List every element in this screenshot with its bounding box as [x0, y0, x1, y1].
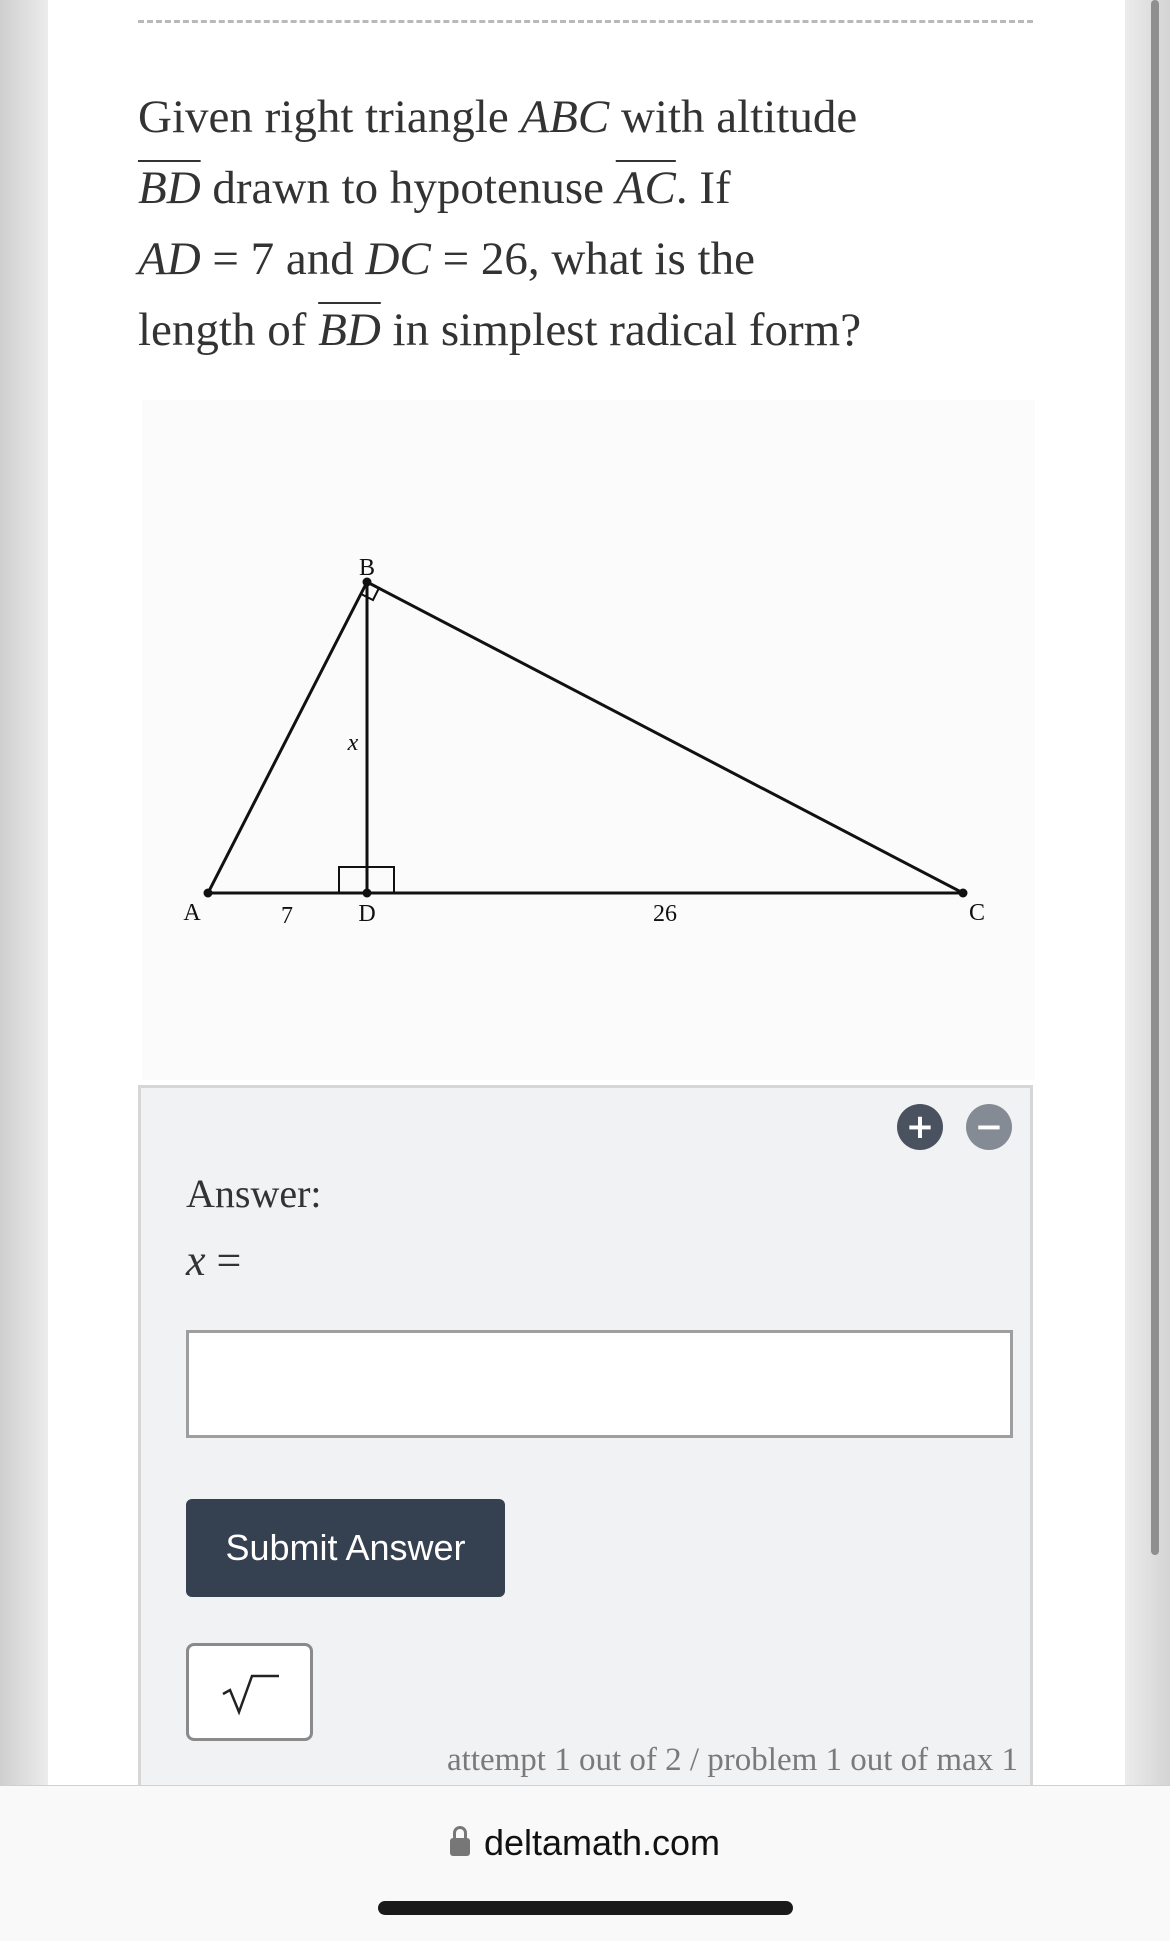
- answer-variable-name: x: [186, 1236, 206, 1285]
- question-text-part: length of: [138, 304, 319, 356]
- divider: [138, 20, 1033, 23]
- answer-variable: x =: [186, 1235, 241, 1286]
- math-segment-bd: BD: [138, 162, 201, 214]
- triangle-figure: B A D C x 7 26: [183, 555, 985, 929]
- lock-icon: [449, 1826, 470, 1857]
- plus-button[interactable]: +: [897, 1104, 943, 1150]
- label-dc-length: 26: [653, 901, 677, 927]
- label-x: x: [347, 730, 359, 756]
- question-text-part: drawn to hypotenuse: [200, 162, 616, 214]
- math-ad: AD: [138, 233, 201, 285]
- answer-label: Answer:: [186, 1171, 322, 1216]
- question-text-part: = 7 and: [200, 233, 366, 285]
- submit-answer-button[interactable]: Submit Answer: [186, 1499, 505, 1597]
- answer-equals-sign: =: [205, 1236, 242, 1285]
- math-segment-bd: BD: [318, 304, 381, 356]
- side-bc: [366, 580, 964, 895]
- minus-button[interactable]: −: [966, 1104, 1012, 1150]
- label-ad-length: 7: [281, 903, 293, 929]
- question-text-part: = 26, what is the: [430, 233, 755, 285]
- question-text-part: with altitude: [609, 91, 858, 143]
- question-text-part: in simplest radical form?: [380, 304, 862, 356]
- side-ab: [206, 581, 369, 894]
- math-triangle-abc: ABC: [520, 91, 610, 143]
- label-d: D: [358, 901, 375, 927]
- point-a: [203, 888, 213, 898]
- answer-input[interactable]: [186, 1330, 1013, 1438]
- label-a: A: [183, 900, 201, 926]
- url-display[interactable]: deltamath.com: [0, 1822, 1170, 1864]
- scrollbar[interactable]: [1151, 0, 1159, 1555]
- label-c: C: [969, 900, 985, 926]
- square-root-icon: [222, 1674, 279, 1716]
- math-segment-ac: AC: [615, 162, 676, 214]
- math-dc: DC: [365, 233, 431, 285]
- label-b: B: [359, 555, 375, 581]
- square-root-button[interactable]: [186, 1643, 313, 1741]
- page-background-right: [1125, 0, 1170, 1785]
- home-indicator[interactable]: [378, 1901, 793, 1915]
- page-background-left: [0, 0, 48, 1785]
- attempt-counter: attempt 1 out of 2 / problem 1 out of ma…: [447, 1742, 1018, 1778]
- question-text-part: . If: [675, 162, 731, 214]
- point-c: [958, 888, 968, 898]
- point-d: [362, 888, 372, 898]
- question-text: Given right triangle ABC with altitude B…: [138, 82, 1038, 366]
- url-text[interactable]: deltamath.com: [484, 1822, 720, 1863]
- question-text-part: Given right triangle: [138, 91, 521, 143]
